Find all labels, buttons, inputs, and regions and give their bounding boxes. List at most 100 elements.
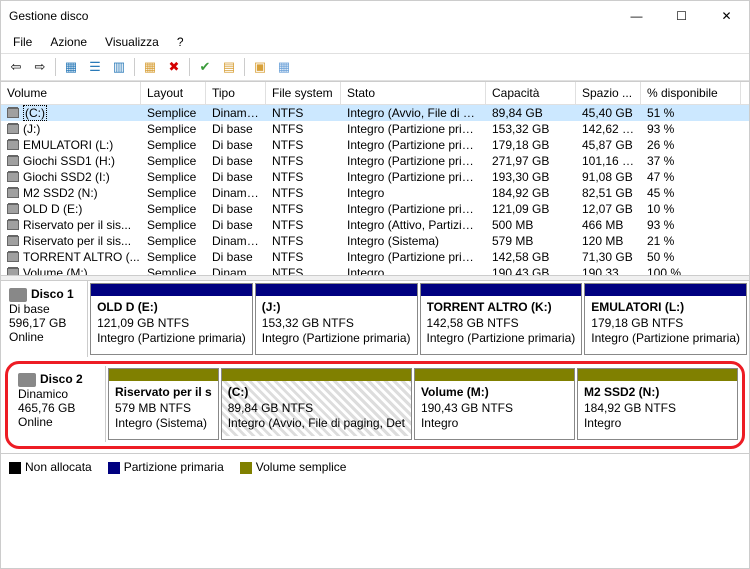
partition[interactable]: M2 SSD2 (N:)184,92 GB NTFSIntegro [577, 368, 738, 440]
partition-title: OLD D (E:) [97, 300, 246, 316]
table-row[interactable]: OLD D (E:)SempliceDi baseNTFSIntegro (Pa… [1, 201, 749, 217]
cell-layout: Semplice [141, 202, 206, 216]
disk-name: Disco 2 [40, 372, 83, 386]
cell-free: 45,87 GB [576, 138, 641, 152]
table-row[interactable]: EMULATORI (L:)SempliceDi baseNTFSIntegro… [1, 137, 749, 153]
partition[interactable]: (C:)89,84 GB NTFSIntegro (Avvio, File di… [221, 368, 412, 440]
volume-icon [7, 236, 19, 246]
cell-capacity: 271,97 GB [486, 154, 576, 168]
volume-table: Volume Layout Tipo File system Stato Cap… [1, 81, 749, 275]
disk-info[interactable]: Disco 1Di base596,17 GBOnline [1, 281, 88, 357]
partitions: Riservato per il s579 MB NTFSIntegro (Si… [106, 366, 740, 442]
volume-name: Giochi SSD1 (H:) [23, 154, 115, 168]
col-pct[interactable]: % disponibile [641, 82, 741, 104]
maximize-button[interactable]: ☐ [659, 1, 704, 31]
volume-name: (C:) [23, 105, 47, 121]
volume-icon [7, 124, 19, 134]
table-row[interactable]: Giochi SSD2 (I:)SempliceDi baseNTFSInteg… [1, 169, 749, 185]
partition-state: Integro [584, 416, 731, 432]
forward-icon[interactable]: ⇨ [29, 56, 51, 78]
table-row[interactable]: Volume (M:)SempliceDinamicoNTFSIntegro19… [1, 265, 749, 275]
table-row[interactable]: Riservato per il sis...SempliceDinamicoN… [1, 233, 749, 249]
cell-status: Integro (Sistema) [341, 234, 486, 248]
disk-type: Dinamico [18, 387, 97, 401]
partition-size: 184,92 GB NTFS [584, 401, 731, 417]
partition[interactable]: (J:)153,32 GB NTFSIntegro (Partizione pr… [255, 283, 418, 355]
partition-bar [421, 284, 582, 296]
cell-status: Integro (Attivo, Partizione p... [341, 218, 486, 232]
refresh-icon[interactable]: ✔ [194, 56, 216, 78]
menu-view[interactable]: Visualizza [97, 33, 167, 51]
disk-type: Di base [9, 302, 79, 316]
delete-icon[interactable]: ✖ [163, 56, 185, 78]
menu-file[interactable]: File [5, 33, 40, 51]
properties-icon[interactable]: ☰ [84, 56, 106, 78]
cell-free: 91,08 GB [576, 170, 641, 184]
cell-capacity: 190,43 GB [486, 266, 576, 275]
close-button[interactable]: ✕ [704, 1, 749, 31]
cell-pct: 50 % [641, 250, 741, 264]
col-volume[interactable]: Volume [1, 82, 141, 104]
window-controls: — ☐ ✕ [614, 1, 749, 31]
table-row[interactable]: Riservato per il sis...SempliceDi baseNT… [1, 217, 749, 233]
view1-icon[interactable]: ▣ [249, 56, 271, 78]
volume-name: Giochi SSD2 (I:) [23, 170, 110, 184]
cell-free: 190,33 GB [576, 266, 641, 275]
cell-fs: NTFS [266, 138, 341, 152]
disk-info[interactable]: Disco 2Dinamico465,76 GBOnline [10, 366, 106, 442]
partition[interactable]: EMULATORI (L:)179,18 GB NTFSIntegro (Par… [584, 283, 747, 355]
table-row[interactable]: (J:)SempliceDi baseNTFSIntegro (Partizio… [1, 121, 749, 137]
volume-name: M2 SSD2 (N:) [23, 186, 98, 200]
cell-fs: NTFS [266, 218, 341, 232]
col-status[interactable]: Stato [341, 82, 486, 104]
cell-layout: Semplice [141, 106, 206, 120]
separator [55, 58, 56, 76]
partition[interactable]: Volume (M:)190,43 GB NTFSIntegro [414, 368, 575, 440]
cell-free: 12,07 GB [576, 202, 641, 216]
partition[interactable]: Riservato per il s579 MB NTFSIntegro (Si… [108, 368, 219, 440]
cell-pct: 10 % [641, 202, 741, 216]
show-hide-icon[interactable]: ▦ [60, 56, 82, 78]
disk-status: Online [18, 415, 97, 429]
back-icon[interactable]: ⇦ [5, 56, 27, 78]
cell-free: 142,62 GB [576, 122, 641, 136]
col-layout[interactable]: Layout [141, 82, 206, 104]
partition-state: Integro (Avvio, File di paging, Det [228, 416, 405, 432]
col-free[interactable]: Spazio ... [576, 82, 641, 104]
separator [244, 58, 245, 76]
table-row[interactable]: TORRENT ALTRO (...SempliceDi baseNTFSInt… [1, 249, 749, 265]
cell-status: Integro (Avvio, File di pagin... [341, 106, 486, 120]
col-capacity[interactable]: Capacità [486, 82, 576, 104]
table-row[interactable]: Giochi SSD1 (H:)SempliceDi baseNTFSInteg… [1, 153, 749, 169]
partition-state: Integro (Partizione primaria) [97, 331, 246, 347]
volume-name: TORRENT ALTRO (... [23, 250, 140, 264]
cell-free: 120 MB [576, 234, 641, 248]
partition[interactable]: OLD D (E:)121,09 GB NTFSIntegro (Partizi… [90, 283, 253, 355]
cell-layout: Semplice [141, 218, 206, 232]
volume-icon [7, 268, 19, 275]
cell-fs: NTFS [266, 154, 341, 168]
legend: Non allocata Partizione primaria Volume … [1, 453, 749, 480]
col-filesystem[interactable]: File system [266, 82, 341, 104]
table-row[interactable]: (C:)SempliceDinamicoNTFSIntegro (Avvio, … [1, 105, 749, 121]
menu-help[interactable]: ? [169, 33, 192, 51]
cell-type: Dinamico [206, 186, 266, 200]
help-icon[interactable]: ▥ [108, 56, 130, 78]
cell-layout: Semplice [141, 234, 206, 248]
partition[interactable]: TORRENT ALTRO (K:)142,58 GB NTFSIntegro … [420, 283, 583, 355]
table-body: (C:)SempliceDinamicoNTFSIntegro (Avvio, … [1, 105, 749, 275]
table-header: Volume Layout Tipo File system Stato Cap… [1, 82, 749, 105]
list-view-icon[interactable]: ▤ [218, 56, 240, 78]
disk-size: 465,76 GB [18, 401, 97, 415]
action-icon[interactable]: ▦ [139, 56, 161, 78]
col-type[interactable]: Tipo [206, 82, 266, 104]
table-row[interactable]: M2 SSD2 (N:)SempliceDinamicoNTFSIntegro1… [1, 185, 749, 201]
cell-capacity: 153,32 GB [486, 122, 576, 136]
menu-action[interactable]: Azione [42, 33, 95, 51]
minimize-button[interactable]: — [614, 1, 659, 31]
view2-icon[interactable]: ▦ [273, 56, 295, 78]
cell-type: Dinamico [206, 106, 266, 120]
menubar: File Azione Visualizza ? [1, 31, 749, 53]
cell-status: Integro (Partizione primaria) [341, 250, 486, 264]
disk-row: Disco 1Di base596,17 GBOnlineOLD D (E:)1… [1, 281, 749, 357]
